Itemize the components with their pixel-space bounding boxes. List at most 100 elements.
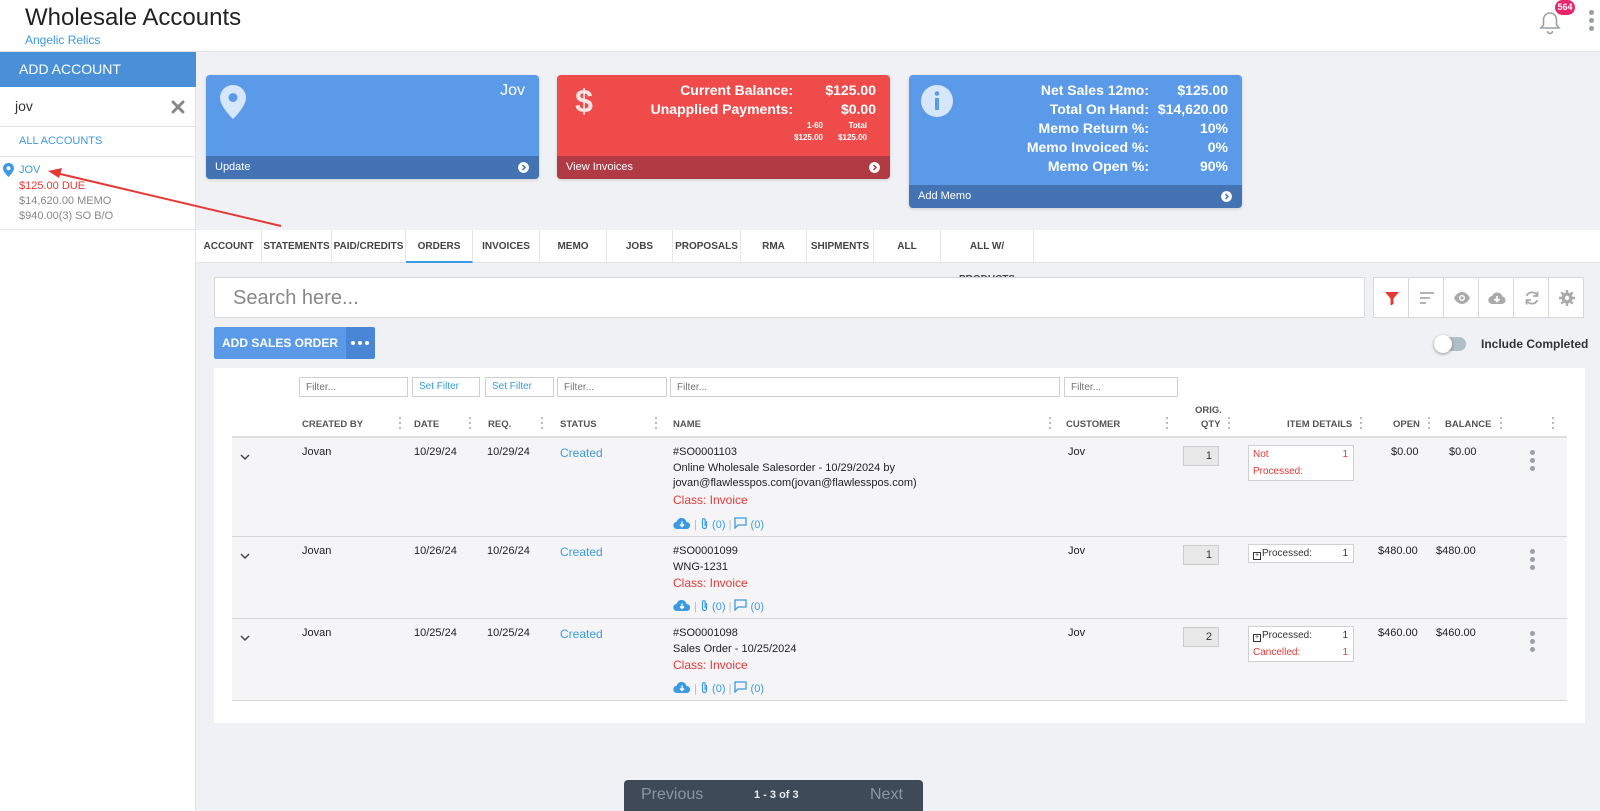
more-options-icon[interactable] [1587,10,1595,36]
col-header-customer[interactable]: CUSTOMER [1066,419,1120,430]
col-header-item-details[interactable]: ITEM DETAILS [1287,419,1352,430]
sales-order-more-button[interactable] [346,327,375,359]
order-status[interactable]: Created [560,627,603,641]
tab-memo[interactable]: MEMO [540,230,607,263]
column-menu-icon[interactable] [1360,417,1363,430]
status-filter[interactable] [557,377,667,397]
column-menu-icon[interactable] [1049,417,1052,430]
update-account-link[interactable]: Update [206,156,539,179]
comment-icon[interactable] [734,517,748,530]
next-page-button[interactable]: Next [870,786,903,804]
created-by-filter[interactable] [299,377,408,397]
comments-count[interactable]: (0) [751,601,764,613]
attachments-count[interactable]: (0) [712,519,725,531]
tab-statements[interactable]: STATEMENTS [262,230,332,263]
order-number[interactable]: #SO0001099 [673,545,738,557]
item-details-box[interactable]: + Processed: 1 Cancelled: 1 [1248,626,1354,662]
comments-count[interactable]: (0) [751,519,764,531]
table-row[interactable]: Jovan 10/25/24 10/25/24 Created #SO00010… [232,619,1567,701]
customer-filter[interactable] [1064,377,1178,397]
comment-icon[interactable] [734,681,748,694]
item-details-box[interactable]: Not 1 Processed: [1248,445,1354,481]
column-menu-icon[interactable] [1500,417,1503,430]
order-number[interactable]: #SO0001098 [673,627,738,639]
settings-button[interactable] [1548,277,1584,318]
account-list-item[interactable]: JOV $125.00 DUE $14,620.00 MEMO $940.00(… [0,160,196,230]
column-menu-icon[interactable] [469,417,472,430]
item-details-box[interactable]: + Processed: 1 [1248,544,1354,563]
req-set-filter[interactable]: Set Filter [485,377,554,397]
column-menu-icon[interactable] [1552,417,1555,430]
paperclip-icon[interactable] [700,599,709,612]
row-menu-icon[interactable] [1529,631,1535,653]
tab-account[interactable]: ACCOUNT [196,230,262,263]
cloud-download-icon[interactable] [673,517,691,530]
comments-count[interactable]: (0) [751,683,764,695]
comment-icon[interactable] [734,599,748,612]
export-button[interactable] [1478,277,1514,318]
sort-button[interactable] [1408,277,1444,318]
tab-proposals[interactable]: PROPOSALS [673,230,741,263]
tab-jobs[interactable]: JOBS [607,230,673,263]
col-header-req[interactable]: REQ. [488,419,511,430]
col-header-qty[interactable]: QTY [1201,419,1221,430]
tab-shipments[interactable]: SHIPMENTS [807,230,874,263]
cloud-download-icon[interactable] [673,681,691,694]
name-filter[interactable] [670,377,1060,397]
refresh-button[interactable] [1513,277,1549,318]
col-header-name[interactable]: NAME [673,419,701,430]
col-header-balance[interactable]: BALANCE [1445,419,1491,430]
previous-page-button[interactable]: Previous [641,786,703,804]
row-actions: | (0) | (0) [673,517,764,531]
order-number[interactable]: #SO0001103 [673,446,737,458]
chevron-down-icon[interactable] [240,452,250,462]
tab-invoices[interactable]: INVOICES [473,230,540,263]
account-name[interactable]: JOV [19,164,40,176]
paperclip-icon[interactable] [700,517,709,530]
expand-icon[interactable]: + [1253,552,1261,560]
row-menu-icon[interactable] [1529,549,1535,571]
attachments-count[interactable]: (0) [712,683,725,695]
attachments-count[interactable]: (0) [712,601,725,613]
paperclip-icon[interactable] [700,681,709,694]
chevron-down-icon[interactable] [240,633,250,643]
column-menu-icon[interactable] [541,417,544,430]
account-search-value[interactable]: jov [15,98,33,114]
column-menu-icon[interactable] [1166,417,1169,430]
tab-paid-credits[interactable]: PAID/CREDITS [332,230,406,263]
date-set-filter[interactable]: Set Filter [412,377,480,397]
include-completed-toggle[interactable] [1434,335,1466,353]
add-memo-link[interactable]: Add Memo [909,185,1242,208]
view-invoices-link[interactable]: View Invoices [557,156,890,179]
account-search-field[interactable]: jov [0,87,196,127]
tab-orders[interactable]: ORDERS [406,230,473,263]
column-menu-icon[interactable] [655,417,658,430]
col-header-date[interactable]: DATE [414,419,439,430]
clear-search-icon[interactable] [171,100,185,114]
order-status[interactable]: Created [560,545,603,559]
column-menu-icon[interactable] [399,417,402,430]
order-search-input[interactable]: Search here... [214,277,1365,318]
tab-all[interactable]: ALL [874,230,941,263]
columns-visibility-button[interactable] [1443,277,1479,318]
order-status[interactable]: Created [560,446,603,460]
chevron-down-icon[interactable] [240,551,250,561]
tab-rma[interactable]: RMA [741,230,807,263]
column-menu-icon[interactable] [1428,417,1431,430]
table-row[interactable]: Jovan 10/26/24 10/26/24 Created #SO00010… [232,537,1567,619]
col-header-orig[interactable]: ORIG. [1195,405,1222,416]
column-menu-icon[interactable] [1228,417,1231,430]
expand-icon[interactable]: + [1253,634,1261,642]
cloud-download-icon[interactable] [673,599,691,612]
add-account-button[interactable]: ADD ACCOUNT [0,52,196,87]
all-accounts-link[interactable]: ALL ACCOUNTS [19,135,102,147]
add-sales-order-button[interactable]: ADD SALES ORDER [214,327,346,359]
row-menu-icon[interactable] [1529,450,1535,472]
col-header-created-by[interactable]: CREATED BY [302,419,363,430]
col-header-status[interactable]: STATUS [560,419,597,430]
table-row[interactable]: Jovan 10/29/24 10/29/24 Created #SO00011… [232,438,1567,537]
col-header-open[interactable]: OPEN [1393,419,1420,430]
tab-all-w-products[interactable]: ALL W/ PRODUCTS [941,230,1034,285]
company-name[interactable]: Angelic Relics [25,33,100,47]
filter-button[interactable] [1373,277,1409,318]
